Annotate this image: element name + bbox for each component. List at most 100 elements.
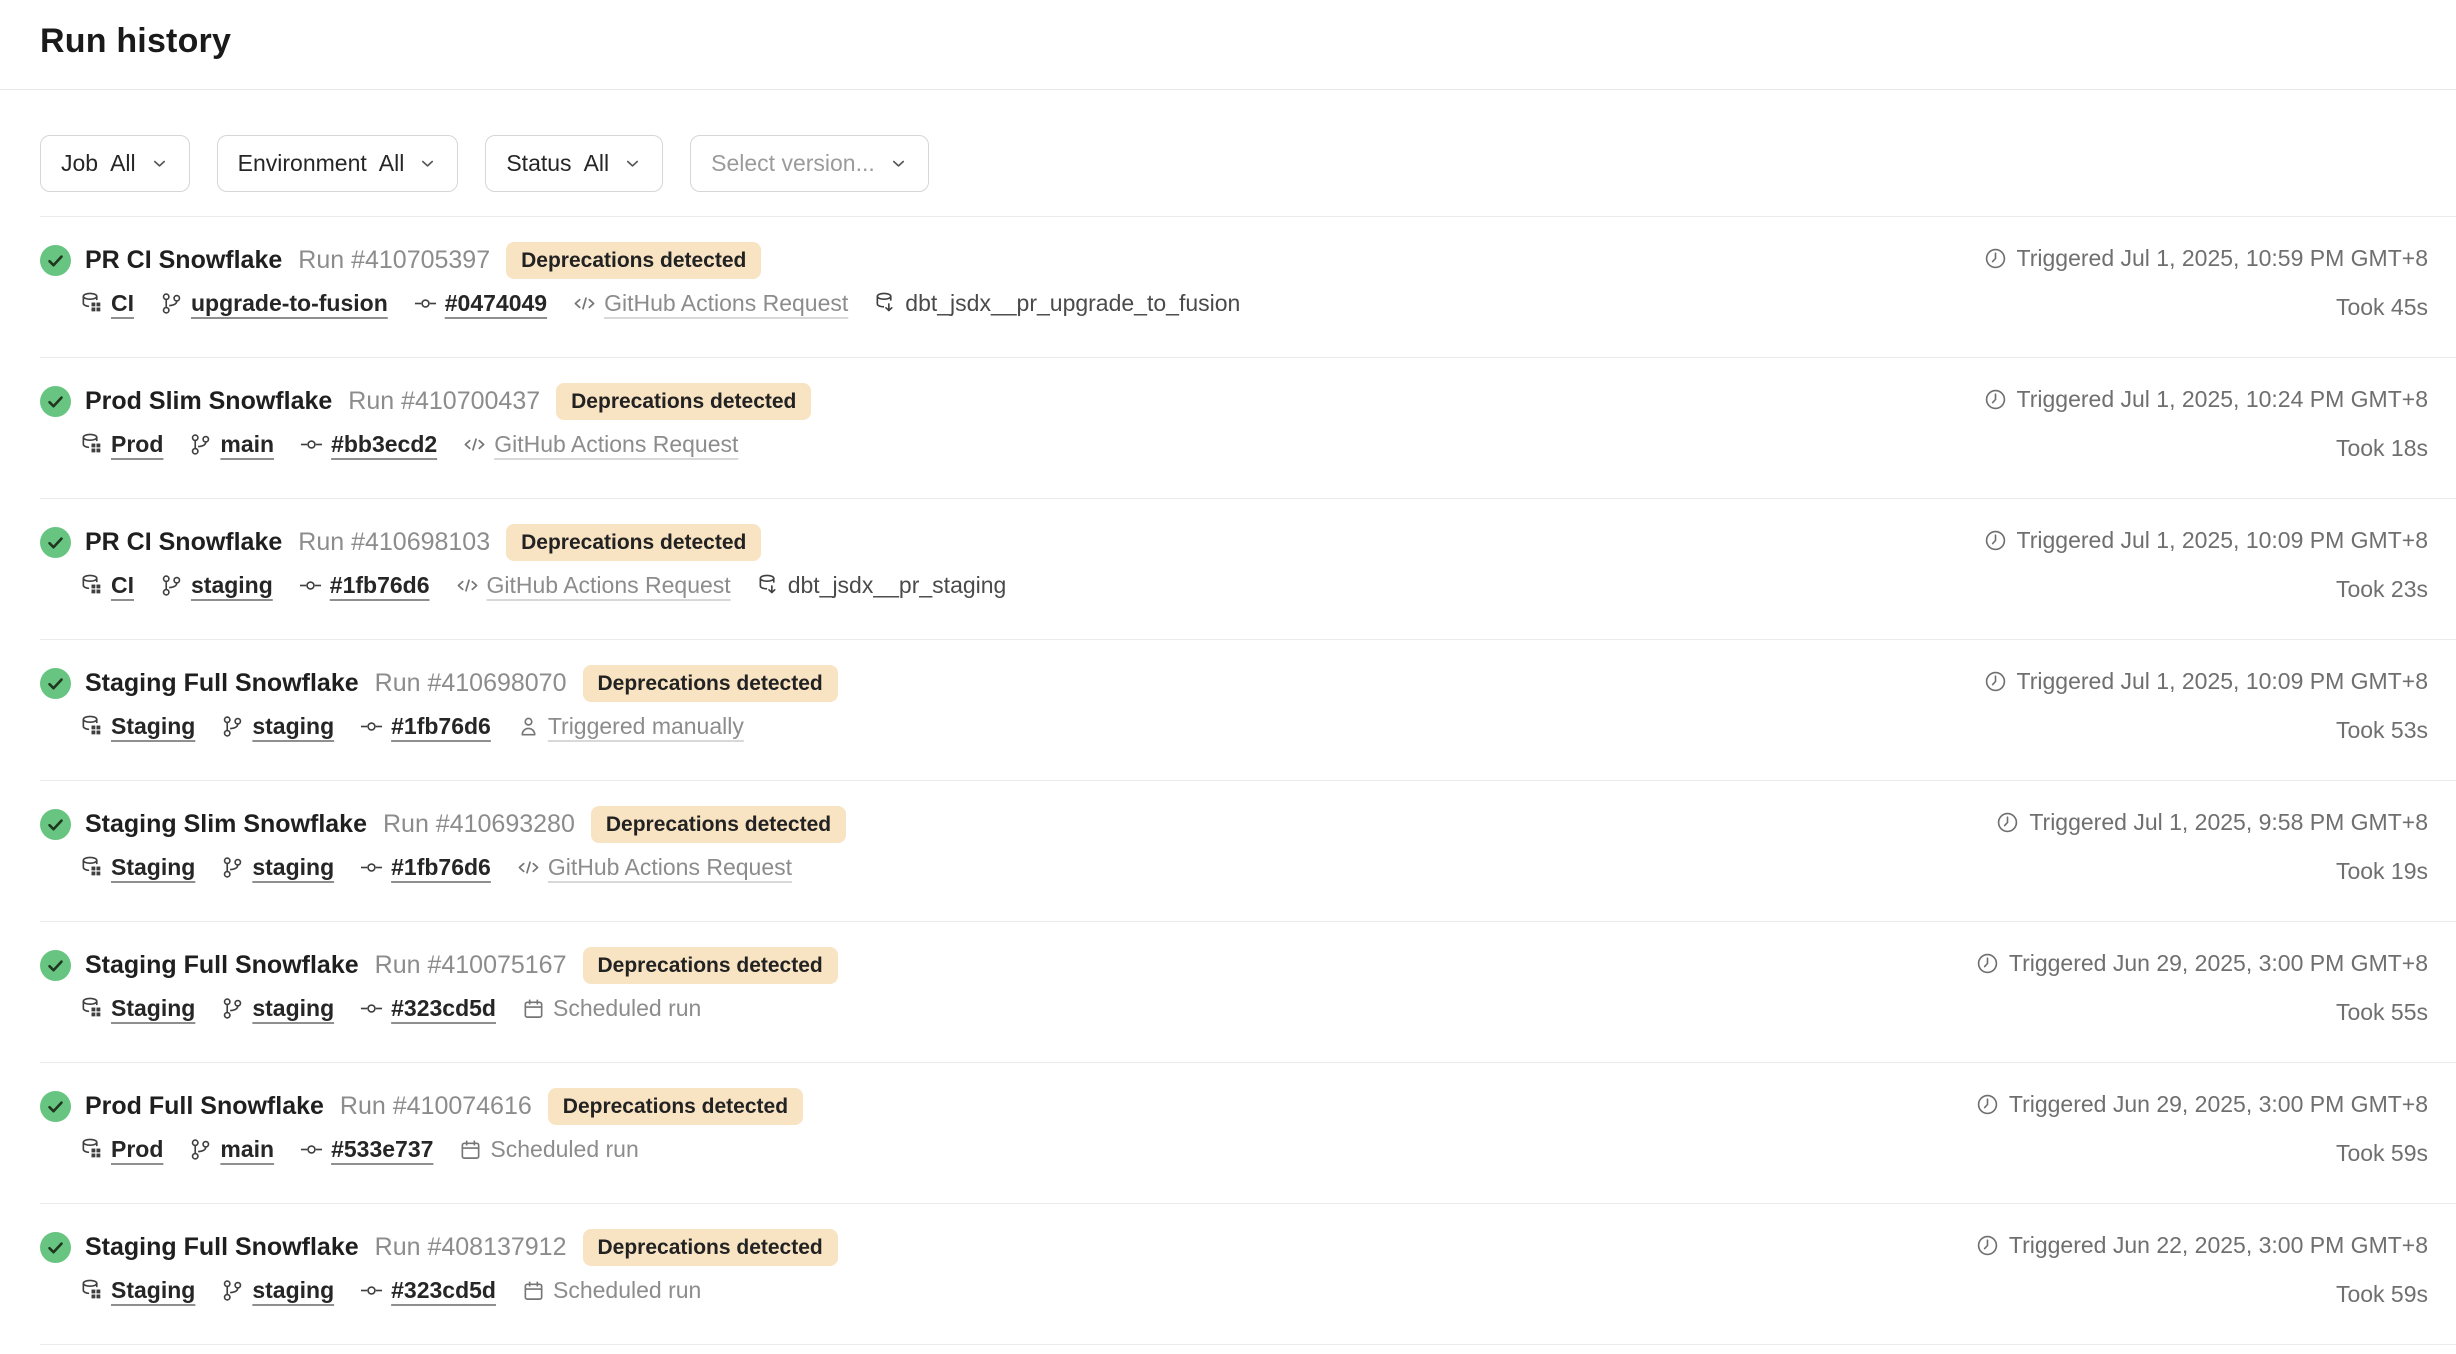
run-row[interactable]: Prod Slim Snowflake Run #410700437 Depre…: [40, 358, 2456, 499]
job-name[interactable]: Prod Slim Snowflake: [85, 387, 332, 416]
trigger-label[interactable]: GitHub Actions Request: [548, 854, 792, 881]
branch-link[interactable]: main: [220, 431, 274, 458]
trigger-group: Triggered manually: [517, 713, 744, 740]
commit-link[interactable]: #1fb76d6: [330, 572, 430, 599]
commit-link[interactable]: #1fb76d6: [391, 713, 491, 740]
version-filter-placeholder: Select version...: [711, 150, 875, 177]
trigger-label[interactable]: Scheduled run: [553, 1277, 701, 1304]
branch-link[interactable]: staging: [252, 1277, 334, 1304]
environment-link[interactable]: Staging: [111, 1277, 195, 1304]
job-name[interactable]: PR CI Snowflake: [85, 246, 282, 275]
git-branch-icon: [160, 292, 183, 315]
run-row-left: Staging Slim Snowflake Run #410693280 De…: [40, 806, 846, 881]
trigger-label[interactable]: Scheduled run: [553, 995, 701, 1022]
environment-link[interactable]: Staging: [111, 713, 195, 740]
job-name[interactable]: Staging Slim Snowflake: [85, 810, 367, 839]
version-filter-dropdown[interactable]: Select version...: [690, 135, 929, 192]
trigger-group: GitHub Actions Request: [463, 431, 738, 458]
trigger-label[interactable]: Scheduled run: [490, 1136, 638, 1163]
branch-link[interactable]: staging: [252, 854, 334, 881]
triggered-timestamp: Triggered Jun 29, 2025, 3:00 PM GMT+8: [2009, 1091, 2428, 1118]
run-row-right: Triggered Jul 1, 2025, 10:09 PM GMT+8 To…: [1984, 665, 2428, 744]
job-filter-dropdown[interactable]: Job All: [40, 135, 190, 192]
trigger-label[interactable]: Triggered manually: [548, 713, 744, 740]
environment-link[interactable]: Prod: [111, 1136, 163, 1163]
deprecations-badge: Deprecations detected: [583, 1229, 838, 1266]
environment-filter-dropdown[interactable]: Environment All: [217, 135, 459, 192]
code-icon: [463, 433, 486, 456]
job-name[interactable]: Prod Full Snowflake: [85, 1092, 324, 1121]
environment-link[interactable]: CI: [111, 572, 134, 599]
branch-link[interactable]: upgrade-to-fusion: [191, 290, 388, 317]
job-name[interactable]: Staging Full Snowflake: [85, 1233, 359, 1262]
triggered-timestamp: Triggered Jul 1, 2025, 10:09 PM GMT+8: [2017, 527, 2428, 554]
run-meta-line: Staging staging #323cd5d Scheduled run: [80, 1277, 838, 1304]
run-title-line: PR CI Snowflake Run #410705397 Deprecati…: [40, 242, 1240, 279]
environment-link[interactable]: Staging: [111, 995, 195, 1022]
branch-link[interactable]: staging: [252, 713, 334, 740]
trigger-group: GitHub Actions Request: [517, 854, 792, 881]
run-meta-line: Staging staging #323cd5d Scheduled run: [80, 995, 838, 1022]
run-title-line: Staging Full Snowflake Run #410698070 De…: [40, 665, 838, 702]
trigger-label[interactable]: GitHub Actions Request: [604, 290, 848, 317]
run-number: Run #410698103: [298, 528, 490, 557]
environment-database-icon: [80, 1279, 103, 1302]
environment-database-icon: [80, 715, 103, 738]
run-row[interactable]: PR CI Snowflake Run #410698103 Deprecati…: [40, 499, 2456, 640]
branch-group: upgrade-to-fusion: [160, 290, 388, 317]
triggered-timestamp: Triggered Jul 1, 2025, 9:58 PM GMT+8: [2029, 809, 2428, 836]
trigger-label[interactable]: GitHub Actions Request: [487, 572, 731, 599]
trigger-label[interactable]: GitHub Actions Request: [494, 431, 738, 458]
run-row-right: Triggered Jul 1, 2025, 9:58 PM GMT+8 Too…: [1996, 806, 2428, 885]
environment-link[interactable]: CI: [111, 290, 134, 317]
commit-link[interactable]: #323cd5d: [391, 995, 496, 1022]
commit-link[interactable]: #533e737: [331, 1136, 433, 1163]
run-row[interactable]: Staging Slim Snowflake Run #410693280 De…: [40, 781, 2456, 922]
run-row[interactable]: Staging Full Snowflake Run #410075167 De…: [40, 922, 2456, 1063]
run-title-line: Prod Slim Snowflake Run #410700437 Depre…: [40, 383, 811, 420]
calendar-icon: [522, 1279, 545, 1302]
run-row[interactable]: PR CI Snowflake Run #410705397 Deprecati…: [40, 217, 2456, 358]
branch-link[interactable]: main: [220, 1136, 274, 1163]
environment-database-icon: [80, 856, 103, 879]
git-branch-icon: [221, 1279, 244, 1302]
git-branch-icon: [221, 856, 244, 879]
run-row[interactable]: Prod Full Snowflake Run #410074616 Depre…: [40, 1063, 2456, 1204]
triggered-timestamp: Triggered Jun 29, 2025, 3:00 PM GMT+8: [2009, 950, 2428, 977]
job-name[interactable]: Staging Full Snowflake: [85, 669, 359, 698]
commit-link[interactable]: #1fb76d6: [391, 854, 491, 881]
run-row[interactable]: Staging Full Snowflake Run #410698070 De…: [40, 640, 2456, 781]
commit-link[interactable]: #0474049: [445, 290, 547, 317]
environment-link[interactable]: Staging: [111, 854, 195, 881]
commit-link[interactable]: #bb3ecd2: [331, 431, 437, 458]
triggered-timestamp: Triggered Jul 1, 2025, 10:09 PM GMT+8: [2017, 668, 2428, 695]
branch-link[interactable]: staging: [252, 995, 334, 1022]
status-filter-dropdown[interactable]: Status All: [485, 135, 663, 192]
run-meta-line: Staging staging #1fb76d6 GitHub Actions …: [80, 854, 846, 881]
success-check-icon: [40, 1232, 71, 1263]
deprecations-badge: Deprecations detected: [583, 665, 838, 702]
run-row-left: Prod Full Snowflake Run #410074616 Depre…: [40, 1088, 803, 1163]
environment-group: Staging: [80, 713, 195, 740]
commit-link[interactable]: #323cd5d: [391, 1277, 496, 1304]
job-name[interactable]: PR CI Snowflake: [85, 528, 282, 557]
branch-link[interactable]: staging: [191, 572, 273, 599]
branch-group: staging: [221, 854, 334, 881]
schema-group: dbt_jsdx__pr_staging: [757, 572, 1007, 599]
run-row-left: PR CI Snowflake Run #410705397 Deprecati…: [40, 242, 1240, 317]
run-row[interactable]: Staging Full Snowflake Run #408137912 De…: [40, 1204, 2456, 1345]
environment-database-icon: [80, 292, 103, 315]
job-filter-value: All: [110, 150, 136, 177]
environment-database-icon: [80, 574, 103, 597]
commit-group: #1fb76d6: [360, 713, 491, 740]
filter-bar: Job All Environment All Status All Selec…: [0, 90, 2456, 216]
run-title-line: Prod Full Snowflake Run #410074616 Depre…: [40, 1088, 803, 1125]
job-name[interactable]: Staging Full Snowflake: [85, 951, 359, 980]
triggered-line: Triggered Jul 1, 2025, 9:58 PM GMT+8: [1996, 809, 2428, 836]
branch-group: staging: [160, 572, 273, 599]
environment-link[interactable]: Prod: [111, 431, 163, 458]
page-title: Run history: [40, 22, 2416, 61]
run-title-line: Staging Full Snowflake Run #410075167 De…: [40, 947, 838, 984]
clock-icon: [1984, 388, 2007, 411]
person-icon: [517, 715, 540, 738]
